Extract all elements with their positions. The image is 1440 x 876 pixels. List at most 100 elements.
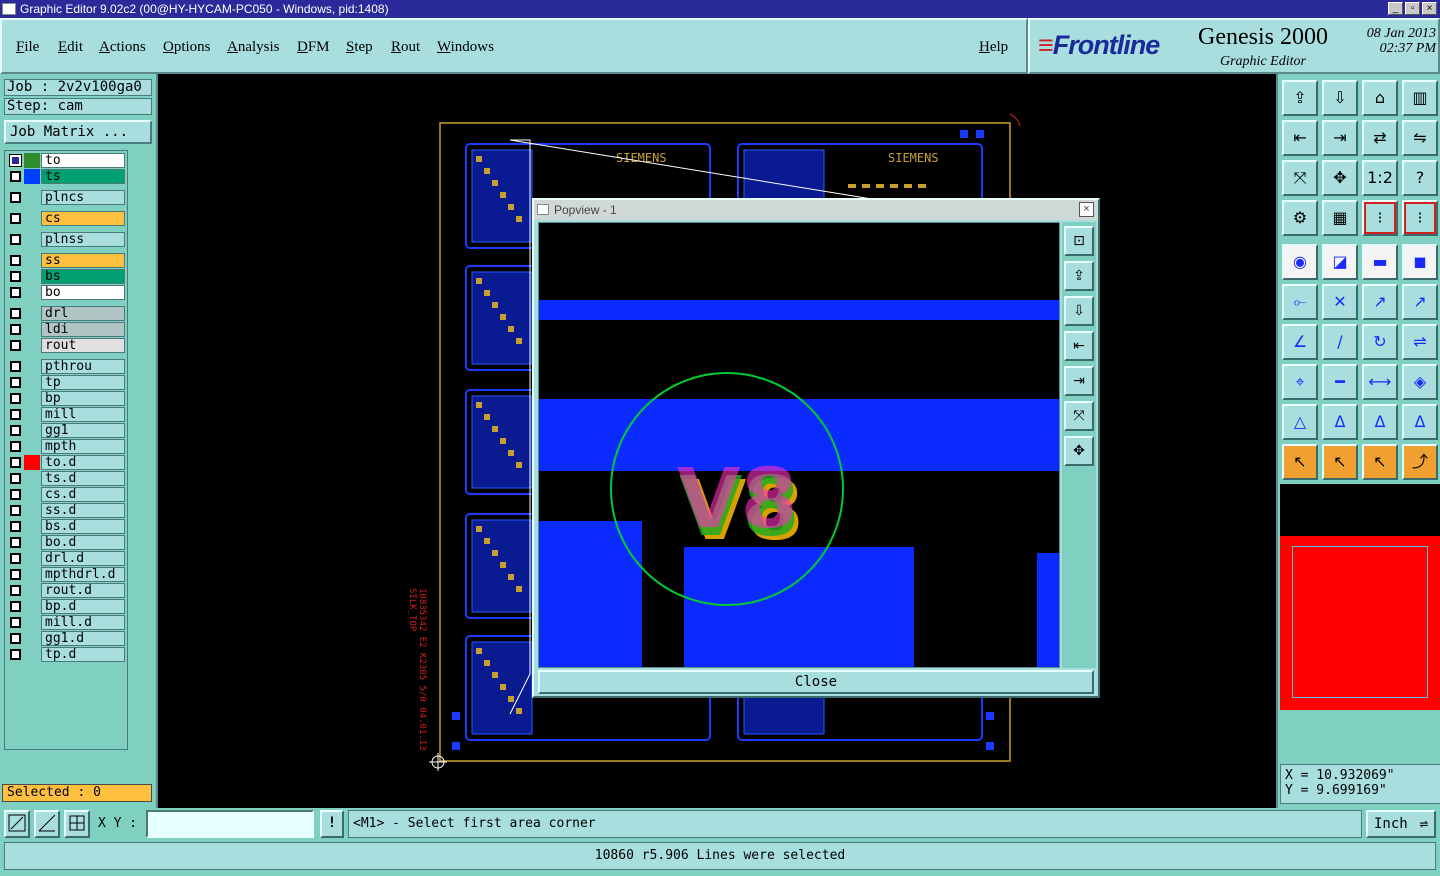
layer-color-swatch[interactable] [24,338,40,353]
menu-rout[interactable]: Rout [391,39,420,56]
layer-row[interactable]: tp.d [7,647,127,662]
layer-name[interactable]: bo.d [41,535,125,550]
layer-row[interactable]: bp [7,391,127,406]
layer-checkbox[interactable] [10,601,21,612]
help-button[interactable]: ? [1402,160,1438,196]
menu-options[interactable]: Options [163,39,211,56]
layer-checkbox[interactable] [10,234,21,245]
layer-color-swatch[interactable] [24,407,40,422]
layer-color-swatch[interactable] [24,359,40,374]
pv-pan-left-button[interactable]: ⇤ [1064,331,1094,361]
layer-color-swatch[interactable] [24,599,40,614]
layer-name[interactable]: rout [41,338,125,353]
layer-name[interactable]: drl.d [41,551,125,566]
menu-file[interactable]: File [16,39,39,56]
layer-row[interactable]: bp.d [7,599,127,614]
rotate-button[interactable]: ↻ [1362,324,1398,360]
prompt-toggle-button[interactable]: ! [320,810,344,838]
layer-name[interactable]: ss [41,253,125,268]
layer-color-swatch[interactable] [24,153,40,168]
layer-row[interactable]: ss.d [7,503,127,518]
xy-input[interactable] [146,810,314,838]
layer-name[interactable]: tp.d [41,647,125,662]
layer-name[interactable]: bp [41,391,125,406]
layer-name[interactable]: bs [41,269,125,284]
layer-checkbox[interactable] [10,377,21,388]
home-button[interactable]: ⌂ [1362,80,1398,116]
close-window-button[interactable]: × [1422,2,1437,15]
layer-color-swatch[interactable] [24,615,40,630]
layer-color-swatch[interactable] [24,306,40,321]
layer-color-swatch[interactable] [24,391,40,406]
layer-name[interactable]: tp [41,375,125,390]
poly2-button[interactable]: Δ [1362,404,1398,440]
layer-row[interactable]: plnss [7,232,127,247]
layer-name[interactable]: mill.d [41,615,125,630]
mirror-button[interactable]: ⇌ [1402,324,1438,360]
angle-button[interactable]: ∠ [1282,324,1318,360]
menu-windows[interactable]: Windows [437,39,494,56]
pv-pan-up-button[interactable]: ⇪ [1064,261,1094,291]
zoom-1to1-button[interactable]: 1:2 [1362,160,1398,196]
layer-color-swatch[interactable] [24,285,40,300]
zoom-center-button[interactable]: ✥ [1322,160,1358,196]
layer-color-swatch[interactable] [24,375,40,390]
layer-row[interactable]: mpthdrl.d [7,567,127,582]
layer-checkbox[interactable] [10,255,21,266]
cursor-button[interactable]: ↖ [1282,444,1318,480]
layer-name[interactable]: mill [41,407,125,422]
zoom-back-button[interactable]: ⇤ [1282,120,1318,156]
layer-checkbox[interactable] [10,393,21,404]
grid-button[interactable]: ▦ [1322,200,1358,236]
snap-button[interactable] [34,810,60,838]
layer-checkbox[interactable] [10,553,21,564]
layer-row[interactable]: ss [7,253,127,268]
popview-close-button[interactable]: Close [538,670,1094,694]
layer-color-swatch[interactable] [24,535,40,550]
select-profile-button[interactable]: ◪ [1322,244,1358,280]
layer-red2-button[interactable]: ⁝ [1402,200,1438,236]
layer-row[interactable]: rout [7,338,127,353]
layer-name[interactable]: ss.d [41,503,125,518]
layer-checkbox[interactable] [9,154,22,167]
layer-checkbox[interactable] [10,441,21,452]
menu-edit[interactable]: Edit [58,39,83,56]
layer-color-swatch[interactable] [24,423,40,438]
layer-color-swatch[interactable] [24,190,40,205]
layer-name[interactable]: ts.d [41,471,125,486]
layer-row[interactable]: bs [7,269,127,284]
layer-checkbox[interactable] [10,537,21,548]
layer-name[interactable]: gg1.d [41,631,125,646]
layer-checkbox[interactable] [10,213,21,224]
layer-checkbox[interactable] [10,633,21,644]
layer-checkbox[interactable] [10,457,21,468]
resize-button[interactable]: ↗ [1402,284,1438,320]
layer-color-swatch[interactable] [24,551,40,566]
layer-color-swatch[interactable] [24,647,40,662]
triangle-button[interactable]: △ [1282,404,1318,440]
layer-row[interactable]: drl.d [7,551,127,566]
layer-name[interactable]: bo [41,285,125,300]
menu-step[interactable]: Step [346,39,373,56]
layer-checkbox[interactable] [10,324,21,335]
layer-row[interactable]: mill.d [7,615,127,630]
layer-color-swatch[interactable] [24,631,40,646]
layer-row[interactable]: to [7,153,127,168]
layer-row[interactable]: gg1 [7,423,127,438]
minus-button[interactable]: ━ [1322,364,1358,400]
pv-center-button[interactable]: ✥ [1064,436,1094,466]
layer-row[interactable]: plncs [7,190,127,205]
layer-name[interactable]: to [41,153,125,168]
layer-row[interactable]: gg1.d [7,631,127,646]
layer-row[interactable]: bo.d [7,535,127,550]
layer-row[interactable]: ts.d [7,471,127,486]
layer-color-swatch[interactable] [24,211,40,226]
layer-checkbox[interactable] [10,505,21,516]
layer-switch-button[interactable]: ⇄ [1362,120,1398,156]
layer-name[interactable]: bs.d [41,519,125,534]
line-button[interactable]: / [1322,324,1358,360]
job-matrix-button[interactable]: Job Matrix ... [4,120,152,144]
layer-row[interactable]: to.d [7,455,127,470]
layer-checkbox[interactable] [10,489,21,500]
pv-pan-down-button[interactable]: ⇩ [1064,296,1094,326]
